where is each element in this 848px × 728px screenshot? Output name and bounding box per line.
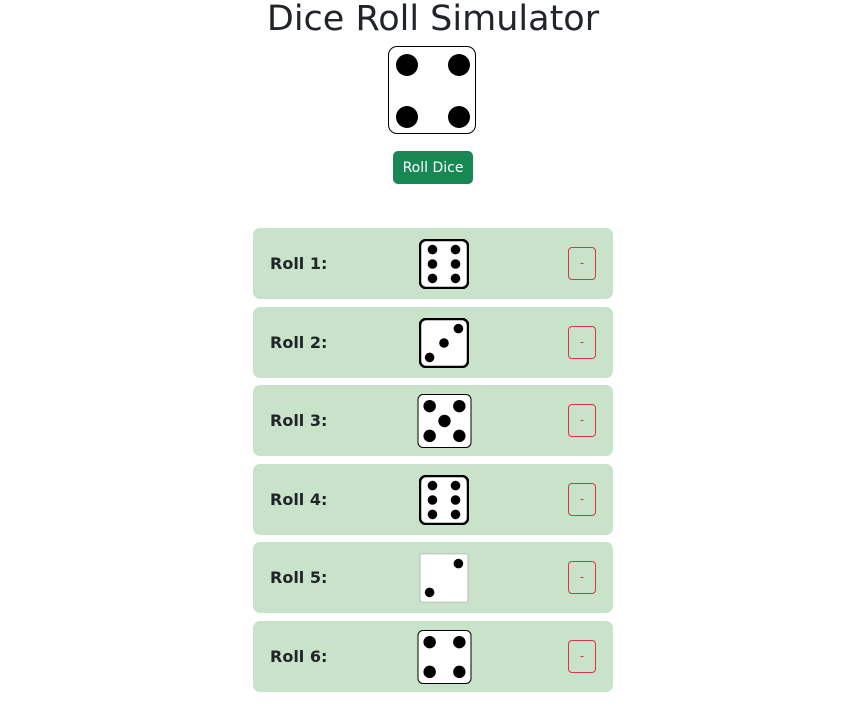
- die-pip: [427, 244, 438, 254]
- die-face-svg: [419, 474, 469, 525]
- die-pip: [450, 244, 461, 254]
- die-pip: [450, 258, 461, 269]
- roll-history-item: Roll 1: -: [253, 228, 613, 299]
- roll-history-item: Roll 2: -: [253, 307, 613, 378]
- die-pip: [427, 494, 438, 505]
- pip: [448, 54, 470, 76]
- die-pip: [438, 414, 451, 427]
- die-face-border: [419, 238, 469, 289]
- die-pip: [423, 635, 436, 648]
- die-pip: [450, 509, 461, 519]
- roll-label: Roll 4:: [270, 490, 328, 509]
- current-die-icon: [388, 46, 476, 134]
- pip: [396, 106, 418, 128]
- die-pip: [427, 258, 438, 269]
- roll-label: Roll 3:: [270, 411, 328, 430]
- die-pip: [453, 323, 464, 333]
- pip: [396, 54, 418, 76]
- die-pip: [453, 665, 466, 678]
- die-pip: [453, 399, 466, 412]
- page-title: Dice Roll Simulator: [266, 0, 600, 39]
- die-face-6-icon: [419, 474, 469, 525]
- die-face-border: [419, 474, 469, 525]
- die-pip: [450, 494, 461, 505]
- die-pip: [453, 635, 466, 648]
- roll-label: Roll 1:: [270, 254, 328, 273]
- die-face-6-icon: [419, 238, 469, 289]
- remove-roll-button[interactable]: -: [568, 640, 596, 673]
- roll-history-item: Roll 4: -: [253, 464, 613, 535]
- remove-roll-button[interactable]: -: [568, 483, 596, 516]
- remove-roll-button[interactable]: -: [568, 561, 596, 594]
- roll-dice-button[interactable]: Roll Dice: [393, 151, 473, 184]
- die-face-svg: [419, 553, 469, 602]
- die-pip: [427, 480, 438, 490]
- die-pip: [427, 509, 438, 519]
- die-face-svg: [419, 238, 469, 289]
- die-pip: [424, 352, 435, 362]
- die-face-2-icon: [419, 553, 469, 603]
- die-pip: [424, 587, 435, 597]
- roll-label: Roll 5:: [270, 568, 328, 587]
- die-face-svg: [419, 317, 469, 368]
- roll-history-item: Roll 5: -: [253, 542, 613, 613]
- die-pip: [423, 399, 436, 412]
- die-pip: [453, 429, 466, 442]
- remove-roll-button[interactable]: -: [568, 404, 596, 437]
- remove-roll-button[interactable]: -: [568, 247, 596, 280]
- die-pip: [423, 429, 436, 442]
- die-face-4-icon: [417, 629, 472, 684]
- die-pip: [423, 665, 436, 678]
- die-face-5-icon: [417, 393, 472, 448]
- pip: [448, 106, 470, 128]
- die-pip: [427, 273, 438, 283]
- die-pip: [450, 480, 461, 490]
- roll-label: Roll 2:: [270, 333, 328, 352]
- die-pip: [453, 558, 464, 568]
- roll-history-item: Roll 3: -: [253, 385, 613, 456]
- die-pip: [450, 273, 461, 283]
- roll-history-item: Roll 6: -: [253, 621, 613, 692]
- remove-roll-button[interactable]: -: [568, 326, 596, 359]
- die-face-3-icon: [419, 317, 469, 368]
- roll-label: Roll 6:: [270, 647, 328, 666]
- die-pip: [439, 337, 449, 348]
- die-face-svg: [417, 393, 472, 448]
- die-face-svg: [417, 629, 472, 684]
